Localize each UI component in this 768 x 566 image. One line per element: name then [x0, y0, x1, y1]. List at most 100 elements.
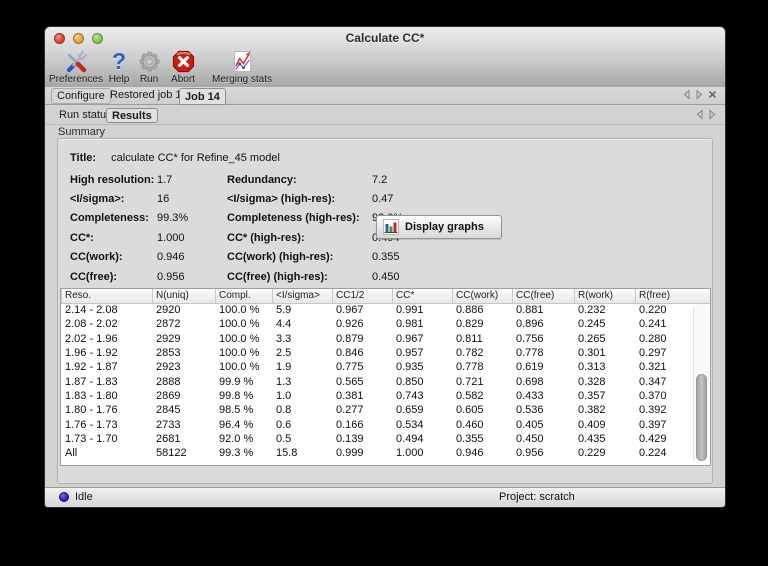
table-body: 2.14 - 2.08 2920 100.0 % 5.9 0.967 0.991 0.886… — [61, 303, 694, 465]
stat-value-0: 1.7 — [157, 173, 173, 186]
status-bar: Idle Project: scratch — [45, 487, 725, 507]
table-cell: 0.956 — [516, 447, 544, 460]
table-cell: 0.536 — [516, 404, 544, 417]
stat-value-1: 0.47 — [372, 193, 394, 206]
column-header[interactable]: R(free) — [635, 289, 694, 303]
table-row[interactable]: 1.96 - 1.92 2853 100.0 % 2.5 0.846 0.957 0.782… — [61, 346, 694, 360]
table-cell: 100.0 % — [219, 318, 260, 331]
results-table: Reso. N(uniq) Compl. <I/sigma> CC1/2 CC* CC(wo… — [60, 288, 711, 466]
table-cell: 0.957 — [396, 347, 424, 360]
table-cell: 0.991 — [396, 304, 424, 317]
tab-job-14[interactable]: Job 14 — [179, 88, 226, 105]
table-cell: 0.721 — [456, 375, 484, 388]
table-row[interactable]: 1.76 - 1.73 2733 96.4 % 0.6 0.166 0.534 0.460 0… — [61, 417, 694, 431]
run-button[interactable]: Run — [133, 49, 165, 87]
column-header[interactable]: CC* — [392, 289, 452, 303]
table-row[interactable]: 2.14 - 2.08 2920 100.0 % 5.9 0.967 0.991 0.886… — [61, 303, 694, 317]
chart-page-icon — [232, 49, 253, 74]
table-row[interactable]: 2.08 - 2.02 2872 100.0 % 4.4 0.926 0.981 0.829… — [61, 317, 694, 331]
table-row[interactable]: 1.92 - 1.87 2923 100.0 % 1.9 0.775 0.935 0.778… — [61, 360, 694, 374]
stat-label-5: CC(free): — [70, 270, 118, 283]
column-header[interactable]: R(work) — [574, 289, 635, 303]
table-cell: 0.6 — [276, 418, 292, 431]
tab-configure[interactable]: Configure — [51, 88, 111, 104]
stat-label-4: CC(work): — [70, 251, 123, 264]
table-cell: 0.450 — [516, 432, 544, 445]
table-cell: 0.896 — [516, 318, 544, 331]
scroll-subtabs-left-icon[interactable] — [695, 109, 704, 120]
summary-section-label[interactable]: Summary — [58, 126, 105, 138]
table-cell: 5.9 — [276, 304, 292, 317]
column-header[interactable]: Compl. — [215, 289, 272, 303]
stat-label-1: <I/sigma>: — [70, 193, 125, 206]
title-label: Title: — [70, 152, 97, 164]
table-cell: 0.392 — [639, 404, 667, 417]
column-header[interactable]: Reso. — [61, 289, 152, 303]
stat-value-1: 16 — [157, 193, 170, 206]
table-cell: 0.743 — [396, 389, 424, 402]
table-row[interactable]: 1.80 - 1.76 2845 98.5 % 0.8 0.277 0.659 0.605 0… — [61, 403, 694, 417]
table-cell: 1.0 — [276, 389, 292, 402]
stat-value-0: 7.2 — [372, 173, 388, 186]
table-cell: 0.357 — [578, 389, 606, 402]
table-cell: 2853 — [156, 347, 181, 360]
table-cell: 0.265 — [578, 332, 606, 345]
stat-value-2: 99.3% — [157, 212, 189, 225]
scroll-subtabs-right-icon[interactable] — [708, 109, 717, 120]
scrollbar-thumb[interactable] — [696, 374, 707, 461]
stat-value-3: 1.000 — [157, 231, 185, 244]
table-cell: 0.139 — [336, 432, 364, 445]
table-cell: 0.435 — [578, 432, 606, 445]
table-cell: 2872 — [156, 318, 181, 331]
table-cell: 1.80 - 1.76 — [65, 404, 118, 417]
table-cell: 1.83 - 1.80 — [65, 389, 118, 402]
table-cell: 2681 — [156, 432, 181, 445]
display-graphs-button[interactable]: Display graphs — [376, 215, 502, 239]
table-row[interactable]: 1.73 - 1.70 2681 92.0 % 0.5 0.139 0.494 0.355 0… — [61, 432, 694, 446]
preferences-button[interactable]: Preferences — [47, 49, 105, 87]
column-header[interactable]: CC(work) — [452, 289, 512, 303]
scroll-tabs-left-icon[interactable] — [682, 89, 691, 100]
column-header[interactable]: CC(free) — [512, 289, 574, 303]
table-cell: 92.0 % — [219, 432, 254, 445]
table-row[interactable]: 1.83 - 1.80 2869 99.8 % 1.0 0.381 0.743 0.582 0… — [61, 389, 694, 403]
table-cell: 99.3 % — [219, 447, 254, 460]
table-cell: 0.321 — [639, 361, 667, 374]
table-cell: 0.534 — [396, 418, 424, 431]
table-row[interactable]: 1.87 - 1.83 2888 99.9 % 1.3 0.565 0.850 0.721 0… — [61, 374, 694, 388]
table-cell: 0.881 — [516, 304, 544, 317]
close-tab-icon[interactable] — [708, 90, 717, 99]
table-row[interactable]: 2.02 - 1.96 2929 100.0 % 3.3 0.879 0.967 0.811… — [61, 332, 694, 346]
table-cell: 0.405 — [516, 418, 544, 431]
table-cell: 99.9 % — [219, 375, 254, 388]
table-cell: 0.778 — [516, 347, 544, 360]
table-cell: 0.460 — [456, 418, 484, 431]
table-cell: 2.08 - 2.02 — [65, 318, 118, 331]
table-cell: 0.224 — [639, 447, 667, 460]
column-header[interactable]: CC1/2 — [332, 289, 392, 303]
table-cell: 0.229 — [578, 447, 606, 460]
table-cell: 0.313 — [578, 361, 606, 374]
table-cell: 2923 — [156, 361, 181, 374]
table-cell: 0.347 — [639, 375, 667, 388]
status-indicator-icon — [59, 492, 69, 502]
table-cell: 0.999 — [336, 447, 364, 460]
table-cell: 0.220 — [639, 304, 667, 317]
stat-value-5: 0.956 — [157, 270, 185, 283]
table-cell: 0.619 — [516, 361, 544, 374]
column-header[interactable]: <I/sigma> — [272, 289, 332, 303]
table-cell: 2929 — [156, 332, 181, 345]
scroll-tabs-right-icon[interactable] — [695, 89, 704, 100]
tab-results[interactable]: Results — [106, 108, 158, 123]
stat-label-1: <I/sigma> (high-res): — [227, 193, 336, 206]
vertical-scrollbar[interactable] — [693, 304, 709, 464]
table-cell: 0.297 — [639, 347, 667, 360]
stop-icon — [171, 49, 196, 74]
stat-label-3: CC* (high-res): — [227, 231, 305, 244]
help-button[interactable]: ? Help — [105, 49, 133, 87]
table-cell: 0.582 — [456, 389, 484, 402]
merging-stats-button[interactable]: Merging stats — [201, 49, 283, 87]
column-header[interactable]: N(uniq) — [152, 289, 215, 303]
abort-button[interactable]: Abort — [165, 49, 201, 87]
table-row[interactable]: All 58122 99.3 % 15.8 0.999 1.000 0.946 0.956 0.… — [61, 446, 694, 460]
